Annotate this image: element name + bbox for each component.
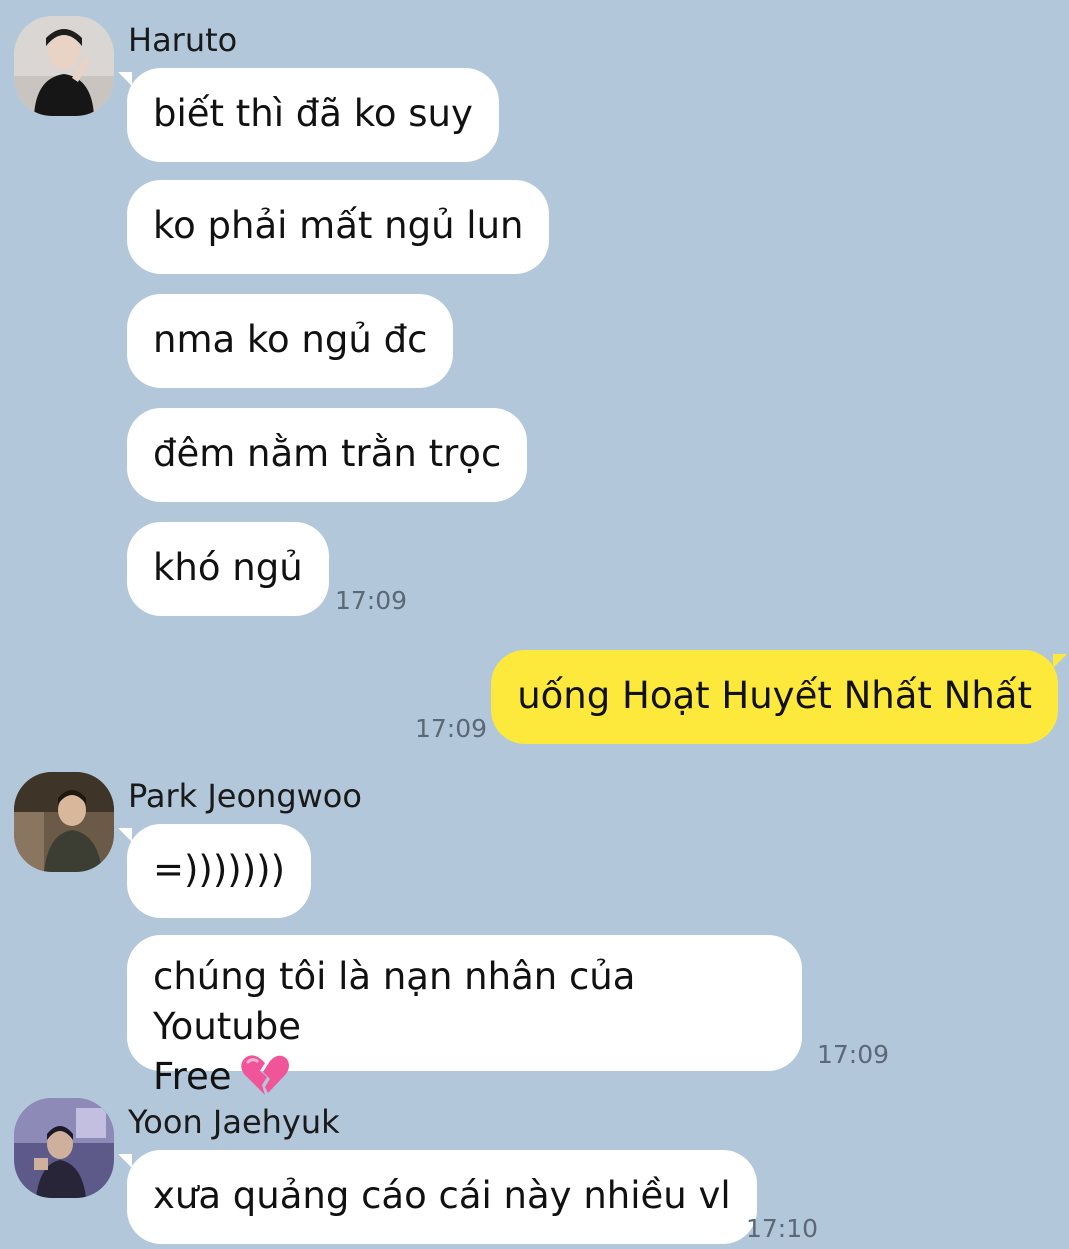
message-bubble[interactable]: nma ko ngủ đc xyxy=(127,294,454,388)
haruto-photo xyxy=(14,16,114,116)
message-text: khó ngủ xyxy=(153,546,303,589)
park-jeongwoo-photo xyxy=(14,772,114,872)
message-timestamp: 17:09 xyxy=(335,586,408,615)
message-text: đêm nằm trằn trọc xyxy=(153,432,502,475)
message-bubble[interactable]: đêm nằm trằn trọc xyxy=(127,408,528,502)
message-bubble[interactable]: khó ngủ xyxy=(127,522,329,616)
avatar-yoon-jaehyuk[interactable] xyxy=(14,1098,114,1198)
sender-name: Park Jeongwoo xyxy=(128,777,362,815)
message-text: ko phải mất ngủ lun xyxy=(153,204,524,247)
message-text: uống Hoạt Huyết Nhất Nhất xyxy=(517,674,1032,717)
message-text: =))))))) xyxy=(153,848,286,891)
message-bubble[interactable]: xưa quảng cáo cái này nhiều vl xyxy=(118,1150,757,1244)
message-text: nma ko ngủ đc xyxy=(153,318,428,361)
broken-heart-icon xyxy=(240,1054,289,1095)
message-text: xưa quảng cáo cái này nhiều vl xyxy=(153,1174,731,1217)
message-timestamp: 17:09 xyxy=(817,1040,890,1069)
message-text: biết thì đã ko suy xyxy=(153,92,473,135)
message-bubble[interactable]: biết thì đã ko suy xyxy=(118,68,499,162)
message-timestamp: 17:09 xyxy=(415,714,488,743)
message-text: chúng tôi là nạn nhân của Youtube xyxy=(153,955,636,1048)
message-text: Free xyxy=(153,1055,232,1098)
yoon-jaehyuk-photo xyxy=(14,1098,114,1198)
message-timestamp: 17:10 xyxy=(746,1214,819,1243)
sender-name: Haruto xyxy=(128,21,238,59)
avatar-haruto[interactable] xyxy=(14,16,114,116)
message-bubble[interactable]: =))))))) xyxy=(117,824,312,918)
message-bubble[interactable]: chúng tôi là nạn nhân của Youtube Free xyxy=(127,935,802,1098)
sender-name: Yoon Jaehyuk xyxy=(128,1103,340,1141)
avatar-park-jeongwoo[interactable] xyxy=(14,772,114,872)
outgoing-message-bubble[interactable]: uống Hoạt Huyết Nhất Nhất xyxy=(491,650,1067,744)
message-bubble[interactable]: ko phải mất ngủ lun xyxy=(127,180,550,274)
